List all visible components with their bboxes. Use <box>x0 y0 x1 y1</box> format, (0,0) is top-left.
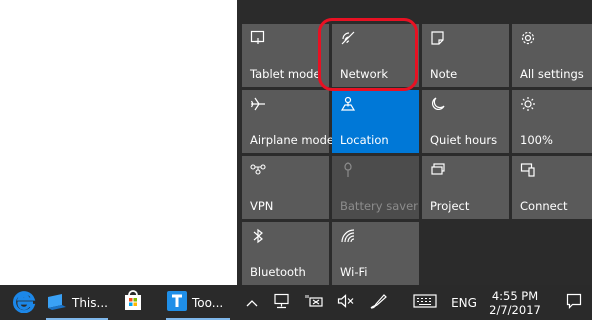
edge-icon <box>12 289 36 317</box>
taskbar: This... Too... ENG 4:55 PM 2/7/2017 <box>0 285 592 320</box>
quiet-hours-tile[interactable]: Quiet hours <box>422 90 509 153</box>
clock[interactable]: 4:55 PM 2/7/2017 <box>487 285 543 320</box>
project-tile[interactable]: Project <box>422 156 509 219</box>
tray-network-button[interactable] <box>268 285 296 320</box>
tablet-mode-label: Tablet mode <box>250 67 321 81</box>
brightness-label: 100% <box>520 133 553 147</box>
taskbar-app-store[interactable] <box>122 285 152 320</box>
all-settings-tile[interactable]: All settings <box>512 24 592 87</box>
airplane-mode-tile[interactable]: Airplane mode <box>242 90 334 153</box>
connect-label: Connect <box>520 199 568 213</box>
brightness-tile[interactable]: 100% <box>512 90 592 153</box>
this-pc-icon <box>46 291 68 315</box>
wifi-tile[interactable]: Wi-Fi <box>332 222 419 285</box>
connect-tile[interactable]: Connect <box>512 156 592 219</box>
battery-saver-label: Battery saver <box>340 199 418 213</box>
gear-icon <box>520 30 536 46</box>
airplane-mode-label: Airplane mode <box>250 133 334 147</box>
bluetooth-icon <box>250 228 266 244</box>
bluetooth-label: Bluetooth <box>250 265 306 279</box>
network-label: Network <box>340 67 389 81</box>
all-settings-label: All settings <box>520 67 584 81</box>
pen-icon <box>369 292 389 313</box>
taskbar-app-this-pc[interactable]: This... <box>46 285 108 320</box>
tablet-mode-tile[interactable]: Tablet mode <box>242 24 329 87</box>
action-center-panel: Tablet mode Network Note All settings Ai… <box>237 0 592 285</box>
this-pc-label: This... <box>72 295 108 310</box>
quiet-hours-label: Quiet hours <box>430 133 498 147</box>
note-label: Note <box>430 67 458 81</box>
project-label: Project <box>430 199 470 213</box>
wifi-icon <box>340 228 356 244</box>
network-tile[interactable]: Network <box>332 24 419 87</box>
bluetooth-tile[interactable]: Bluetooth <box>242 222 329 285</box>
location-tile[interactable]: Location <box>332 90 419 153</box>
tray-pen-button[interactable] <box>364 285 394 320</box>
wired-network-icon <box>273 293 291 312</box>
tray-touch-keyboard-button[interactable] <box>410 285 440 320</box>
wifi-label: Wi-Fi <box>340 265 368 279</box>
vpn-icon <box>250 162 266 178</box>
action-center-button[interactable] <box>560 285 588 320</box>
moon-icon <box>430 96 446 112</box>
network-icon <box>340 30 356 46</box>
brightness-icon <box>520 96 536 112</box>
action-center-icon <box>566 293 582 312</box>
location-label: Location <box>340 133 389 147</box>
note-tile[interactable]: Note <box>422 24 509 87</box>
tablet-mode-icon <box>250 30 266 46</box>
chevron-up-icon <box>246 296 258 310</box>
tray-battery-button[interactable] <box>300 285 328 320</box>
toolbox-label: Too... <box>192 295 224 310</box>
taskbar-app-toolbox[interactable]: Too... <box>166 285 230 320</box>
keyboard-icon <box>413 294 437 311</box>
clock-time: 4:55 PM <box>491 289 539 303</box>
volume-muted-icon <box>337 294 355 311</box>
language-label: ENG <box>451 295 477 310</box>
show-hidden-icons-button[interactable] <box>240 285 264 320</box>
toolbox-icon <box>166 290 188 316</box>
tray-volume-button[interactable] <box>332 285 360 320</box>
location-icon <box>340 96 356 112</box>
store-icon <box>122 289 144 316</box>
project-icon <box>430 162 446 178</box>
note-icon <box>430 30 446 46</box>
airplane-icon <box>250 96 266 112</box>
battery-saver-tile[interactable]: Battery saver <box>332 156 419 219</box>
vpn-label: VPN <box>250 199 274 213</box>
clock-date: 2/7/2017 <box>489 303 541 317</box>
vpn-tile[interactable]: VPN <box>242 156 329 219</box>
taskbar-app-edge[interactable] <box>12 285 42 320</box>
connect-icon <box>520 162 536 178</box>
battery-x-icon <box>304 294 324 311</box>
battery-saver-icon <box>340 162 356 178</box>
tray-language-button[interactable]: ENG <box>446 285 482 320</box>
